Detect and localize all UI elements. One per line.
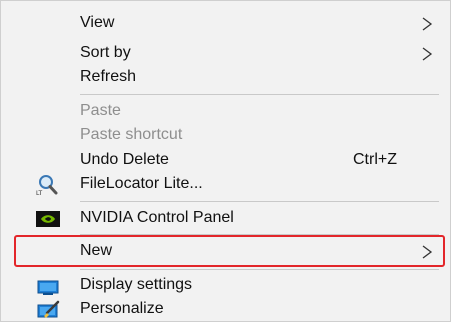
chevron-right-icon	[422, 17, 433, 31]
menu-item-personalize[interactable]: Personalize	[1, 297, 450, 321]
menu-item-paste-shortcut[interactable]: Paste shortcut	[1, 123, 450, 147]
menu-item-label: Display settings	[80, 276, 193, 293]
menu-item-label: Sort by	[80, 44, 131, 61]
menu-item-label: Paste shortcut	[80, 126, 183, 143]
personalize-icon	[37, 300, 60, 318]
menu-item-label: Refresh	[80, 68, 137, 85]
nvidia-icon	[36, 211, 60, 227]
menu-item-paste[interactable]: Paste	[1, 99, 450, 123]
menu-item-undo-delete[interactable]: Undo Delete Ctrl+Z	[1, 148, 450, 172]
keyboard-shortcut: Ctrl+Z	[353, 151, 397, 168]
menu-item-label: FileLocator Lite...	[80, 175, 203, 192]
menu-separator	[80, 269, 439, 270]
magnifier-icon: LT	[36, 175, 58, 196]
chevron-right-icon	[422, 47, 433, 61]
desktop-context-menu: View Sort by Refresh Paste Paste shortcu…	[0, 0, 451, 322]
menu-item-sort-by[interactable]: Sort by	[1, 41, 450, 65]
menu-item-label: NVIDIA Control Panel	[80, 209, 234, 226]
svg-text:LT: LT	[36, 190, 43, 196]
display-icon	[37, 280, 59, 295]
menu-item-label: Paste	[80, 102, 121, 119]
menu-item-label: Undo Delete	[80, 151, 169, 168]
chevron-right-icon	[422, 245, 433, 259]
menu-item-label: Personalize	[80, 300, 164, 317]
menu-item-view[interactable]: View	[1, 11, 450, 35]
menu-separator	[80, 201, 439, 202]
menu-item-refresh[interactable]: Refresh	[1, 65, 450, 89]
menu-item-new[interactable]: New	[1, 239, 450, 263]
menu-item-nvidia-control-panel[interactable]: NVIDIA Control Panel	[1, 206, 450, 230]
menu-item-label: View	[80, 14, 115, 31]
menu-item-display-settings[interactable]: Display settings	[1, 273, 450, 297]
menu-item-label: New	[80, 242, 113, 259]
menu-item-filelocator-lite[interactable]: LT FileLocator Lite...	[1, 172, 450, 196]
menu-separator	[80, 94, 439, 95]
